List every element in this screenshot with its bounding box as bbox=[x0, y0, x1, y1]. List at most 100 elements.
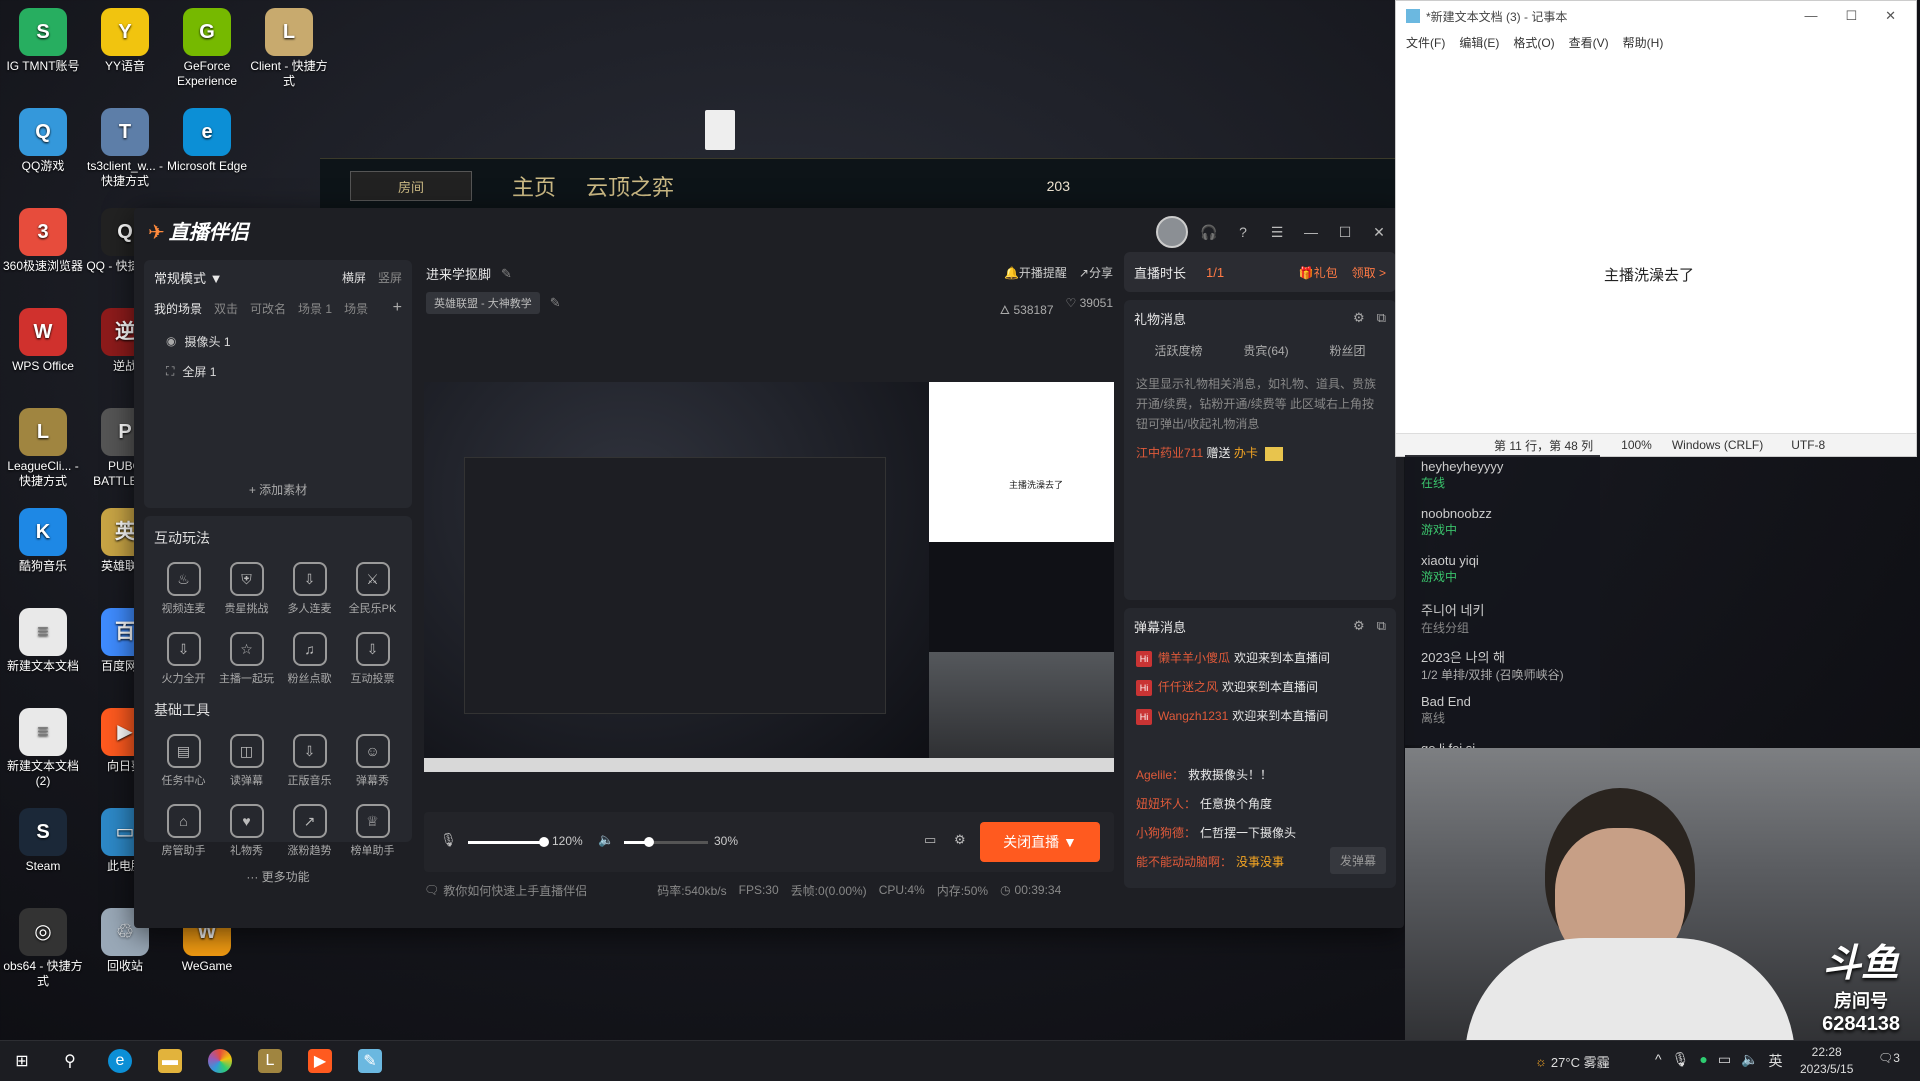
add-source-button[interactable]: + 添加素材 bbox=[144, 481, 412, 498]
scene-item[interactable]: ⛶ 全屏 1 bbox=[166, 356, 402, 386]
gift-tab[interactable]: 粉丝团 bbox=[1330, 342, 1366, 359]
menu-item[interactable]: 格式(O) bbox=[1513, 34, 1554, 51]
feature-tool[interactable]: ↗ 涨粉趋势 bbox=[278, 804, 341, 858]
edit-category-icon[interactable]: ✎ bbox=[550, 295, 561, 311]
feature-tool[interactable]: ⌂ 房管助手 bbox=[152, 804, 215, 858]
feature-tool[interactable]: ☆ 主播一起玩 bbox=[215, 632, 278, 686]
scene-tab[interactable]: 场景 bbox=[344, 300, 368, 317]
feature-tool[interactable]: ⇩ 多人连麦 bbox=[278, 562, 341, 616]
feature-tool[interactable]: ⇩ 正版音乐 bbox=[278, 734, 341, 788]
feature-tool[interactable]: ⇩ 互动投票 bbox=[341, 632, 404, 686]
desktop-icon[interactable]: K 酷狗音乐 bbox=[0, 508, 86, 574]
feature-tool[interactable]: ♫ 粉丝点歌 bbox=[278, 632, 341, 686]
speaker-volume-slider[interactable] bbox=[624, 837, 708, 847]
mic-volume-slider[interactable] bbox=[468, 837, 549, 847]
username[interactable]: 懒羊羊小傻瓜 bbox=[1158, 651, 1230, 665]
desktop-icon[interactable]: e Microsoft Edge bbox=[164, 108, 250, 174]
desktop-icon[interactable]: ≡ 新建文本文档 (2) bbox=[0, 708, 86, 789]
feature-tool[interactable]: ⛨ 贵星挑战 bbox=[215, 562, 278, 616]
desktop-icon[interactable]: L Client - 快捷方式 bbox=[246, 8, 332, 89]
start-icon[interactable]: ⊞ bbox=[10, 1049, 34, 1073]
scene-tab[interactable]: 可改名 bbox=[250, 300, 286, 317]
notepad-text-area[interactable]: 主播洗澡去了 bbox=[1396, 54, 1916, 434]
friend-item[interactable]: Bad End 离线 bbox=[1421, 694, 1471, 726]
minimize-button[interactable]: — bbox=[1298, 219, 1324, 245]
menu-item[interactable]: 文件(F) bbox=[1406, 34, 1445, 51]
portrait-toggle[interactable]: 竖屏 bbox=[378, 269, 402, 286]
friend-item[interactable]: 주니어 네키 在线分组 bbox=[1421, 600, 1484, 636]
stop-live-button[interactable]: 关闭直播 ▼ bbox=[980, 822, 1100, 862]
remind-button[interactable]: 🔔开播提醒 bbox=[1004, 264, 1067, 281]
desktop-icon[interactable]: S Steam bbox=[0, 808, 86, 874]
gift-bag-button[interactable]: 🎁礼包 bbox=[1299, 264, 1338, 281]
desktop-icon[interactable]: Tts3client_w... - 快捷方式 bbox=[82, 108, 168, 189]
ime-indicator[interactable]: 英 bbox=[1769, 1051, 1783, 1071]
settings-icon[interactable]: ⚙ bbox=[1353, 310, 1365, 326]
lol-home-tab[interactable]: 主页 bbox=[512, 170, 556, 202]
tip-link[interactable]: 教你如何快速上手直播伴侣 bbox=[443, 882, 587, 899]
room-title[interactable]: 进来学抠脚 bbox=[426, 264, 491, 283]
network-icon[interactable]: ▭ bbox=[1718, 1051, 1731, 1071]
claim-button[interactable]: 领取 > bbox=[1352, 264, 1386, 281]
friend-item[interactable]: xiaotu yiqi 游戏中 bbox=[1421, 553, 1479, 585]
popout-icon[interactable]: ⧉ bbox=[1377, 618, 1386, 634]
clock[interactable]: 22:28 2023/5/15 bbox=[1800, 1044, 1853, 1078]
chevron-up-icon[interactable]: ^ bbox=[1655, 1051, 1662, 1071]
menu-item[interactable]: 查看(V) bbox=[1569, 34, 1609, 51]
notepad-taskbar-icon[interactable]: ✎ bbox=[358, 1049, 382, 1073]
desktop-icon[interactable]: W WPS Office bbox=[0, 308, 86, 374]
friend-item[interactable]: heyheyheyyyy 在线 bbox=[1421, 459, 1503, 491]
browser-360-icon[interactable] bbox=[208, 1049, 232, 1073]
gift-tab[interactable]: 活跃度榜 bbox=[1154, 342, 1202, 359]
edit-icon[interactable]: ✎ bbox=[501, 266, 512, 282]
gift-tab[interactable]: 贵宾(64) bbox=[1243, 342, 1288, 359]
help-icon[interactable]: ? bbox=[1230, 219, 1256, 245]
live-companion-icon[interactable]: ▶ bbox=[308, 1049, 332, 1073]
category-tag[interactable]: 英雄联盟 - 大神教学 bbox=[426, 292, 540, 314]
camera-toggle-icon[interactable]: ▭ bbox=[924, 832, 936, 848]
feature-tool[interactable]: ⇩ 火力全开 bbox=[152, 632, 215, 686]
lol-room-tab[interactable]: 房间 bbox=[350, 171, 472, 201]
desktop-icon[interactable]: Y YY语音 bbox=[82, 8, 168, 74]
speaker-icon[interactable]: 🔈 bbox=[598, 832, 614, 848]
volume-icon[interactable]: 🔈 bbox=[1741, 1051, 1758, 1071]
username[interactable]: 仟仟迷之风 bbox=[1158, 680, 1218, 694]
headset-icon[interactable]: 🎧 bbox=[1196, 219, 1222, 245]
menu-item[interactable]: 编辑(E) bbox=[1459, 34, 1499, 51]
scene-item[interactable]: ◉ 摄像头 1 bbox=[166, 326, 402, 356]
lol-tft-tab[interactable]: 云顶之弈 bbox=[586, 170, 674, 202]
minimize-button[interactable]: — bbox=[1804, 8, 1817, 24]
wechat-tray-icon[interactable]: ● bbox=[1699, 1051, 1707, 1071]
maximize-button[interactable]: ☐ bbox=[1845, 8, 1857, 24]
add-scene-icon[interactable]: + bbox=[393, 299, 402, 317]
feature-tool[interactable]: ♥ 礼物秀 bbox=[215, 804, 278, 858]
feature-tool[interactable]: ♕ 榜单助手 bbox=[341, 804, 404, 858]
username[interactable]: 小狗狗德： bbox=[1136, 826, 1196, 840]
file-icon[interactable] bbox=[705, 110, 735, 150]
maximize-button[interactable]: ☐ bbox=[1332, 219, 1358, 245]
scene-tab[interactable]: 我的场景 bbox=[154, 300, 202, 317]
send-danmu-button[interactable]: 发弹幕 bbox=[1329, 847, 1386, 874]
stream-preview[interactable]: 主播洗澡去了 bbox=[424, 382, 1114, 772]
more-features-button[interactable]: ··· 更多功能 bbox=[144, 868, 412, 885]
notification-icon[interactable]: 🗨3 bbox=[1878, 1051, 1900, 1065]
settings-icon[interactable]: ⚙ bbox=[954, 832, 966, 848]
weather-widget[interactable]: ☼ 27°C 雾霾 bbox=[1535, 1052, 1610, 1071]
landscape-toggle[interactable]: 横屏 bbox=[342, 269, 366, 286]
explorer-icon[interactable]: ▬ bbox=[158, 1049, 182, 1073]
mic-tray-icon[interactable]: 🎙 bbox=[1672, 1051, 1690, 1071]
friend-item[interactable]: noobnoobzz 游戏中 bbox=[1421, 506, 1492, 538]
desktop-icon[interactable]: S IG TMNT账号 bbox=[0, 8, 86, 74]
mic-icon[interactable]: 🎙 bbox=[440, 832, 457, 848]
desktop-icon[interactable]: ≡ 新建文本文档 bbox=[0, 608, 86, 674]
feature-tool[interactable]: ☺ 弹幕秀 bbox=[341, 734, 404, 788]
menu-icon[interactable]: ☰ bbox=[1264, 219, 1290, 245]
league-icon[interactable]: L bbox=[258, 1049, 282, 1073]
desktop-icon[interactable]: 3 360极速浏览器 bbox=[0, 208, 86, 274]
avatar[interactable] bbox=[1156, 216, 1188, 248]
username[interactable]: 妞妞坏人： bbox=[1136, 797, 1196, 811]
username[interactable]: Agelile： bbox=[1136, 768, 1184, 782]
feature-tool[interactable]: ◫ 读弹幕 bbox=[215, 734, 278, 788]
settings-icon[interactable]: ⚙ bbox=[1353, 618, 1365, 634]
friend-item[interactable]: 2023은 나의 해 1/2 单排/双排 (召唤师峡谷) bbox=[1421, 647, 1564, 683]
